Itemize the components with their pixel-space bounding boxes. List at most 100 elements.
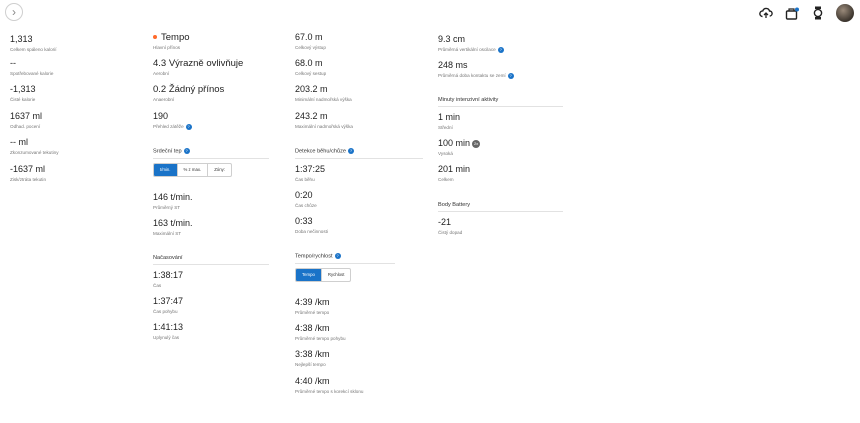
stat-label: Průměrné tempo [295,310,330,315]
stat-value: 4:40 /km [295,376,330,386]
stat-label: Vysoká [438,151,453,156]
stat-walk-time: 0:20 Čas chůze [295,190,317,209]
stat-label: Čas [153,283,162,288]
stat-fluids-consumed: -- ml Zkonzumované tekutiny [10,137,59,156]
stat-label: Průměrné tempo s korekcí sklonu [295,389,364,394]
stat-label: Minimální nadmořská výška [295,97,352,102]
stat-ground-contact: 248 ms Průměrná doba kontaktu se zemí? [438,60,514,79]
stat-label: Přehled zátěže [153,124,184,129]
divider [438,106,563,107]
stat-avg-pace: 4:39 /km Průměrné tempo [295,297,330,316]
run-walk-title: Detekce běhu/chůze [295,148,346,155]
heart-rate-title: Srdeční tep [153,148,182,155]
watch-icon[interactable] [810,5,826,21]
stat-value: 100 min [438,138,471,148]
tab-percent-max[interactable]: % z max. [178,164,209,176]
tempo-dot-icon [153,35,157,40]
stat-aerobic: 4.3 Výrazně ovlivňuje Aerobní [153,58,243,77]
stat-value: 9.3 cm [438,34,466,44]
stat-label: Celkem spáleno kalorií [10,47,57,52]
multiplier-badge: 2x [472,139,481,148]
stat-run-time: 1:37:25 Čas běhu [295,164,325,183]
stat-label: Aerobní [153,71,170,76]
info-icon[interactable]: ? [334,253,341,259]
stat-label: Maximální ST [153,231,182,236]
stat-label: Hlavní přínos [153,45,181,50]
stat-value: 68.0 m [295,58,323,68]
stat-value: 4:38 /km [295,323,330,333]
stat-label: Průměrný ST [153,205,181,210]
device-icon[interactable] [784,5,800,21]
tab-zones[interactable]: Zóny: [208,164,231,176]
stat-value: Tempo [161,32,190,43]
stat-label: Nejlepší tempo [295,362,326,367]
stat-value: 1637 ml [10,111,43,121]
tab-bpm[interactable]: t/min. [154,164,178,176]
stat-label: Čas pohybu [153,309,178,314]
upload-icon[interactable] [758,5,774,21]
stat-value: 3:38 /km [295,349,330,359]
stat-value: 163 t/min. [153,218,193,228]
stat-value: 1:41:13 [153,322,184,332]
stat-min-elevation: 203.2 m Minimální nadmořská výška [295,84,352,103]
divider [153,158,269,159]
stat-value: -1637 ml [10,164,46,174]
stat-total-minutes: 201 min Celkem [438,164,470,183]
heart-rate-tabs: t/min. % z max. Zóny: [153,163,232,177]
stat-value: 146 t/min. [153,192,193,202]
stat-label: Uplynulý čas [153,335,180,340]
avatar[interactable] [836,4,854,22]
stat-grade-adjusted-pace: 4:40 /km Průměrné tempo s korekcí sklonu [295,376,363,395]
stat-time: 1:38:17 Čas [153,270,183,289]
stat-value: 0:33 [295,216,313,226]
pace-title: Tempo/rychlost [295,253,333,260]
stat-value: 1 min [438,112,461,122]
stat-idle-time: 0:33 Doba nečinnosti [295,216,328,235]
stat-value: -21 [438,217,452,227]
stat-value: 190 [153,111,169,121]
info-icon[interactable]: ? [497,46,504,53]
stat-label: Spotřebované kalorie [10,71,54,76]
stat-total-ascent: 67.0 m Celkový výstup [295,32,326,51]
divider [153,264,269,265]
stat-total-calories: 1,313 Celkem spáleno kalorií [10,34,56,53]
stat-anaerobic: 0.2 Žádný přínos Anaerobní [153,84,224,103]
info-icon[interactable]: ? [348,148,354,154]
stat-label: Odhad. pocení [10,124,41,129]
stat-label: Anaerobní [153,97,175,102]
divider [438,211,563,212]
stat-max-hr: 163 t/min. Maximální ST [153,218,193,237]
back-button[interactable]: › [5,3,23,21]
stat-fluid-balance: -1637 ml Zisk/ztráta tekutin [10,164,46,183]
tab-speed[interactable]: Rychlost [322,269,350,281]
stat-value: -1,313 [10,84,36,94]
info-icon[interactable]: ? [507,72,514,79]
stat-label: Doba nečinnosti [295,229,328,234]
divider [295,263,395,264]
stat-label: Celkem [438,177,454,182]
stat-label: Celkový sestup [295,71,327,76]
stat-moving-time: 1:37:47 Čas pohybu [153,296,183,315]
tab-pace[interactable]: Tempo [296,269,322,281]
stat-label: Čas běhu [295,177,315,182]
stat-value: 1:37:25 [295,164,326,174]
stat-vertical-oscillation: 9.3 cm Průměrná vertikální oscilace? [438,34,504,53]
stat-value: 203.2 m [295,84,328,94]
stat-max-elevation: 243.2 m Maximální nadmořská výška [295,111,353,130]
stat-label: Průměrné tempo pohybu [295,336,346,341]
stat-sweat-loss: 1637 ml Odhad. pocení [10,111,42,130]
stat-label: Celkový výstup [295,45,326,50]
top-bar: › [0,0,860,28]
stat-load: 190 Přehled zátěže? [153,111,192,130]
stat-value: 1:38:17 [153,270,184,280]
info-icon[interactable]: ? [183,148,190,154]
stat-label: Střední [438,125,453,130]
stat-consumed-calories: -- Spotřebované kalorie [10,58,53,77]
stat-label: Zkonzumované tekutiny [10,150,59,155]
stat-value: 0:20 [295,190,313,200]
info-icon[interactable]: ? [185,123,192,130]
stat-net-calories: -1,313 Čisté kalorie [10,84,36,103]
stat-moderate-minutes: 1 min Střední [438,112,460,131]
stat-label: Čisté kalorie [10,97,36,102]
stat-value: 4:39 /km [295,297,330,307]
